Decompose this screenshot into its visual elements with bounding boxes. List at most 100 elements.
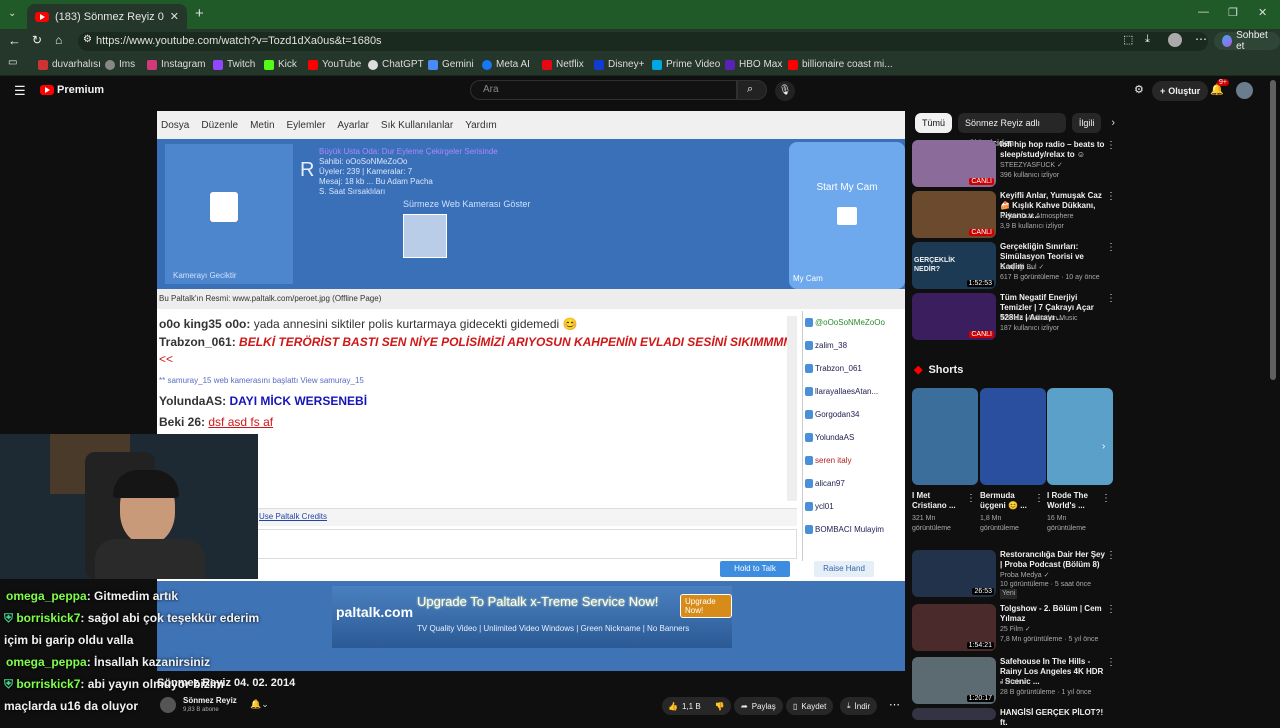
bookmark-item[interactable]: Netflix — [542, 57, 584, 72]
video-channel[interactable]: STEEZYASFUCK ✓ — [1000, 161, 1110, 171]
video-channel[interactable]: 25 Film ✓ — [1000, 625, 1110, 635]
video-title[interactable]: Tolgshow - 2. Bölüm | Cem Yılmaz — [1000, 604, 1106, 624]
video-title[interactable]: lofi hip hop radio – beats to sleep/stud… — [1000, 140, 1106, 160]
more-vert-icon[interactable]: ⋮ — [1101, 493, 1111, 504]
video-player[interactable]: Dosya Düzenle Metin Eylemler Ayarlar Sık… — [157, 111, 905, 671]
more-vert-icon[interactable]: ⋮ — [1106, 191, 1116, 202]
video-thumbnail[interactable]: CANLI — [912, 191, 996, 238]
bookmark-item[interactable]: Twitch — [213, 57, 255, 72]
related-video[interactable]: HANGİSİ GERÇEK PİLOT?! ft. — [910, 708, 1115, 727]
site-info-icon[interactable]: ⚙ — [83, 34, 92, 45]
short-thumbnail[interactable] — [980, 388, 1046, 485]
bookmark-item[interactable]: Disney+ — [594, 57, 644, 72]
search-input[interactable]: Ara — [470, 80, 737, 100]
video-thumbnail[interactable]: CANLI — [912, 140, 996, 187]
share-button[interactable]: ➦ Paylaş — [734, 697, 783, 715]
back-icon[interactable]: ← — [8, 33, 21, 48]
url-field[interactable]: https://www.youtube.com/watch?v=Tozd1dXa… — [78, 32, 1208, 51]
bookmark-item[interactable]: HBO Max — [725, 57, 782, 72]
hamburger-menu-icon[interactable]: ☰ — [14, 83, 26, 99]
search-button[interactable]: ⌕ — [737, 80, 767, 100]
info-line: Mesaj: 18 kb ... Bu Adam Pacha — [319, 177, 433, 186]
related-video[interactable]: CANLI lofi hip hop radio – beats to slee… — [910, 140, 1116, 188]
download-button[interactable]: ⤓ İndir — [840, 697, 878, 715]
more-vert-icon[interactable]: ⋮ — [1034, 493, 1044, 504]
video-thumbnail[interactable]: 26:53 — [912, 550, 996, 597]
video-title[interactable]: HANGİSİ GERÇEK PİLOT?! ft. — [1000, 708, 1106, 728]
tab-menu-icon[interactable]: ⌄ — [8, 8, 16, 19]
bookmark-item[interactable]: Ims — [105, 57, 135, 72]
create-button[interactable]: + Oluştur — [1152, 81, 1209, 101]
chip-related[interactable]: İlgili — [1071, 113, 1102, 133]
bookmark-item[interactable]: Instagram — [147, 57, 205, 72]
maximize-icon[interactable]: ❐ — [1228, 6, 1238, 19]
bookmarks-menu-icon[interactable]: ▭ — [8, 57, 17, 68]
new-tab-button[interactable]: + — [195, 5, 204, 22]
short-views: 16 Mn görüntüleme — [1047, 515, 1086, 532]
more-icon[interactable]: ⋯ — [1195, 32, 1207, 46]
chip-from-uploader[interactable]: Sönmez Reyiz adlı yükleyiciden — [958, 113, 1066, 148]
downloads-icon[interactable]: ⤓ — [1145, 33, 1150, 46]
short-title[interactable]: Bermuda üçgeni 😊 ... — [980, 491, 1034, 511]
bookmark-item[interactable]: Gemini — [428, 57, 474, 72]
subscribe-bell-icon[interactable]: 🔔⌄ — [250, 699, 269, 710]
page-scrollbar[interactable] — [1270, 80, 1276, 380]
youtube-logo[interactable]: Premium — [40, 84, 104, 96]
more-vert-icon[interactable]: ⋮ — [1106, 293, 1116, 304]
bookmark-item[interactable]: duvarhalısı — [38, 57, 101, 72]
video-thumbnail[interactable]: CANLI — [912, 293, 996, 340]
related-video[interactable]: CANLI Tüm Negatif Enerjiyi Temizler | 7 … — [910, 293, 1116, 341]
video-channel[interactable]: Relax Jazz Atmosphere — [1000, 212, 1110, 222]
video-title[interactable]: Restorancılığa Dair Her Şey | Proba Podc… — [1000, 550, 1106, 570]
bookmark-item[interactable]: YouTube — [308, 57, 361, 72]
save-button[interactable]: ▯ Kaydet — [786, 697, 834, 715]
chevron-right-icon[interactable]: › — [1111, 117, 1115, 129]
short-thumbnail[interactable] — [1047, 388, 1113, 485]
more-vert-icon[interactable]: ⋮ — [966, 493, 976, 504]
video-channel[interactable]: Tibetan Meditation Music — [1000, 314, 1110, 324]
bookmark-item[interactable]: ChatGPT — [368, 57, 424, 72]
video-channel[interactable]: Gerçeği Bul ✓ — [1000, 263, 1110, 273]
bookmark-item[interactable]: Prime Video — [652, 57, 720, 72]
close-tab-icon[interactable]: ✕ — [170, 10, 179, 23]
video-thumbnail[interactable]: 1:20:17 — [912, 657, 996, 704]
related-video[interactable]: 1:20:17 Safehouse In The Hills - Rainy L… — [910, 657, 1116, 705]
reload-icon[interactable]: ↻ — [32, 33, 42, 47]
bookmark-item[interactable]: Kick — [264, 57, 297, 72]
like-button[interactable]: 👍 1,1 B 👎 — [662, 697, 731, 715]
bookmark-item[interactable]: Meta AI — [482, 57, 530, 72]
more-vert-icon[interactable]: ⋮ — [1106, 604, 1116, 615]
more-actions-icon[interactable]: ⋯ — [889, 698, 900, 711]
browser-tab[interactable]: (183) Sönmez Reyiz 04. 02. 2014 · ✕ — [27, 4, 187, 29]
more-vert-icon[interactable]: ⋮ — [1106, 550, 1116, 561]
more-vert-icon[interactable]: ⋮ — [1106, 657, 1116, 668]
short-title[interactable]: I Met Cristiano ... — [912, 491, 966, 511]
microphone-icon[interactable]: 🎙 — [775, 81, 795, 101]
settings-gear-icon[interactable]: ⚙ — [1134, 83, 1144, 96]
bookmark-item[interactable]: billionaire coast mi... — [788, 57, 893, 72]
close-window-icon[interactable]: ✕ — [1258, 6, 1267, 19]
more-vert-icon[interactable]: ⋮ — [1106, 242, 1116, 253]
chip-all[interactable]: Tümü — [915, 113, 953, 133]
video-thumbnail[interactable]: 1:54:21 — [912, 604, 996, 651]
video-channel[interactable]: J Utah ✓ — [1000, 678, 1110, 688]
copilot-button[interactable]: Sohbet et — [1214, 30, 1280, 52]
channel-name[interactable]: Sönmez Reyiz — [183, 696, 237, 705]
channel-avatar[interactable] — [160, 697, 176, 713]
minimize-icon[interactable]: — — [1198, 6, 1209, 18]
home-icon[interactable]: ⌂ — [55, 33, 62, 47]
account-avatar[interactable] — [1236, 82, 1253, 99]
extensions-icon[interactable]: ⬚ — [1123, 33, 1133, 46]
video-thumbnail[interactable]: GERÇEKLİK NEDİR? 1:52:53 — [912, 242, 996, 289]
short-title[interactable]: I Rode The World's ... — [1047, 491, 1101, 511]
short-thumbnail[interactable] — [912, 388, 978, 485]
related-video[interactable]: 1:54:21 Tolgshow - 2. Bölüm | Cem Yılmaz… — [910, 604, 1116, 652]
related-video[interactable]: 26:53 Restorancılığa Dair Her Şey | Prob… — [910, 550, 1116, 599]
shorts-next-icon[interactable]: › — [1102, 441, 1105, 452]
more-vert-icon[interactable]: ⋮ — [1106, 140, 1116, 151]
thumbs-down-icon[interactable]: 👎 — [715, 702, 725, 711]
video-thumbnail[interactable] — [912, 708, 996, 720]
related-video[interactable]: GERÇEKLİK NEDİR? 1:52:53 Gerçekliğin Sın… — [910, 242, 1116, 290]
related-video[interactable]: CANLI Keyifli Anlar, Yumuşak Caz 🍰 Kışlı… — [910, 191, 1116, 239]
profile-avatar[interactable] — [1168, 33, 1182, 47]
